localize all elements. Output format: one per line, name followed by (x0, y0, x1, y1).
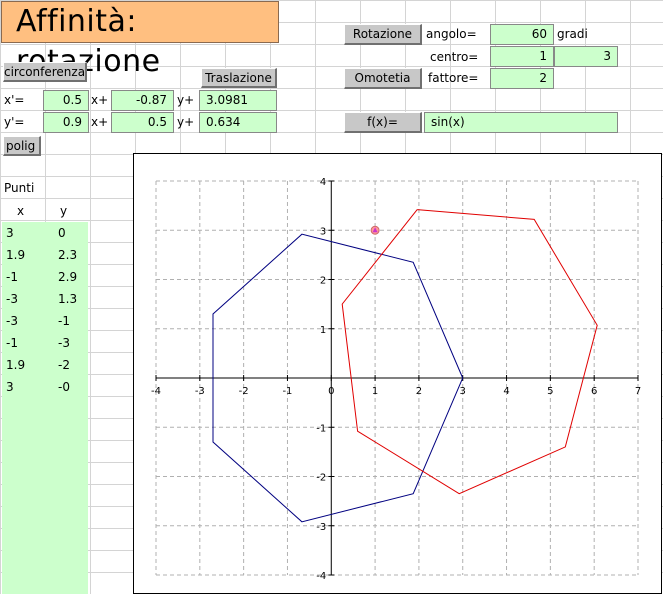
point-x-cell[interactable]: -1 (6, 332, 18, 354)
table-row: 3 -0 (2, 376, 88, 398)
op-y-label-2: y+ (177, 115, 195, 129)
point-y-cell[interactable]: -0 (58, 376, 70, 398)
traslazione-button[interactable]: Traslazione (201, 68, 277, 88)
x-tick-label: 1 (372, 386, 378, 397)
y-tick-label: 2 (320, 276, 326, 287)
x-tick-label: 6 (591, 386, 597, 397)
coef-a2-cell[interactable]: 0.9 (43, 112, 89, 133)
point-y-cell[interactable]: 2.3 (58, 244, 77, 266)
table-row: -3 -1 (2, 310, 88, 332)
point-x-cell[interactable]: -3 (6, 288, 18, 310)
centro-y-input[interactable]: 3 (554, 46, 618, 67)
fx-button[interactable]: f(x)= (344, 112, 422, 133)
x-tick-label: -3 (195, 386, 205, 397)
point-y-cell[interactable]: -3 (58, 332, 70, 354)
point-x-cell[interactable]: 3 (6, 222, 14, 244)
point-y-cell[interactable]: 1.3 (58, 288, 77, 310)
y-tick-label: -1 (316, 423, 326, 434)
points-table: 3 0 1.9 2.3 -1 2.9 -3 1.3 -3 -1 -1 -3 1.9 -2 3 -0 (2, 222, 88, 594)
point-y-cell[interactable]: -1 (58, 310, 70, 332)
table-row: -3 1.3 (2, 288, 88, 310)
polig-button[interactable]: polig (3, 136, 41, 156)
table-row: -1 2.9 (2, 266, 88, 288)
y-tick-label: 3 (320, 226, 326, 237)
point-x-cell[interactable]: 3 (6, 376, 14, 398)
x-tick-label: 0 (328, 386, 334, 397)
op-x-label-2: x+ (91, 115, 109, 129)
points-header: Punti (4, 181, 35, 195)
rotazione-button[interactable]: Rotazione (344, 24, 422, 45)
x-tick-label: 3 (460, 386, 466, 397)
circonferenza-button[interactable]: circonferenza (3, 62, 87, 82)
point-y-cell[interactable]: -2 (58, 354, 70, 376)
op-y-label: y+ (177, 93, 195, 107)
x-tick-label: -2 (239, 386, 249, 397)
point-y-cell[interactable]: 2.9 (58, 266, 77, 288)
table-row: -1 -3 (2, 332, 88, 354)
fattore-input[interactable]: 2 (490, 68, 554, 89)
x-tick-label: 2 (416, 386, 422, 397)
coef-a1-cell[interactable]: 0.5 (43, 90, 89, 111)
point-x-cell[interactable]: 1.9 (6, 244, 25, 266)
y-tick-label: -4 (316, 571, 326, 582)
y-tick-label: 1 (320, 325, 326, 336)
point-x-cell[interactable]: -1 (6, 266, 18, 288)
chart-area: -4 -3 -2 -1 0 1 2 3 4 5 6 7 4 3 2 1 -1 -2 -3 -4 (133, 153, 662, 594)
centro-x-input[interactable]: 1 (490, 46, 554, 67)
centro-label: centro= (430, 50, 479, 64)
series-line-2 (341, 209, 598, 495)
x-tick-label: -1 (282, 386, 292, 397)
gradi-label: gradi (557, 27, 588, 41)
table-row: 1.9 2.3 (2, 244, 88, 266)
point-x-cell[interactable]: -3 (6, 310, 18, 332)
points-col-x: x (17, 204, 25, 218)
page-title: Affinità: rotazione (1, 1, 279, 79)
y-prime-label: y'= (4, 115, 25, 129)
op-x-label: x+ (91, 93, 109, 107)
x-tick-label: 4 (503, 386, 509, 397)
angolo-label: angolo= (426, 27, 477, 41)
y-tick-label: 4 (320, 177, 326, 188)
angolo-input[interactable]: 60 (490, 24, 554, 45)
omotetia-button[interactable]: Omotetia (344, 68, 422, 89)
x-prime-label: x'= (4, 93, 25, 107)
x-tick-label: -4 (151, 386, 161, 397)
x-tick-label: 5 (547, 386, 553, 397)
point-y-cell[interactable]: 0 (58, 222, 66, 244)
points-col-y: y (60, 204, 68, 218)
y-tick-label: -3 (316, 522, 326, 533)
function-input[interactable]: sin(x) (424, 112, 618, 133)
chart-svg: -4 -3 -2 -1 0 1 2 3 4 5 6 7 4 3 2 1 -1 -2 -3 -4 (151, 177, 641, 582)
table-row: 1.9 -2 (2, 354, 88, 376)
coef-c2-cell[interactable]: 0.634 (199, 112, 277, 133)
coef-b2-cell[interactable]: 0.5 (111, 112, 174, 133)
coef-c1-cell[interactable]: 3.0981 (199, 90, 277, 111)
y-tick-label: -2 (316, 473, 326, 484)
table-row: 30 (2, 222, 88, 244)
point-x-cell[interactable]: 1.9 (6, 354, 25, 376)
x-tick-label: 7 (635, 386, 641, 397)
fattore-label: fattore= (428, 71, 479, 85)
coef-b1-cell[interactable]: -0.87 (111, 90, 174, 111)
